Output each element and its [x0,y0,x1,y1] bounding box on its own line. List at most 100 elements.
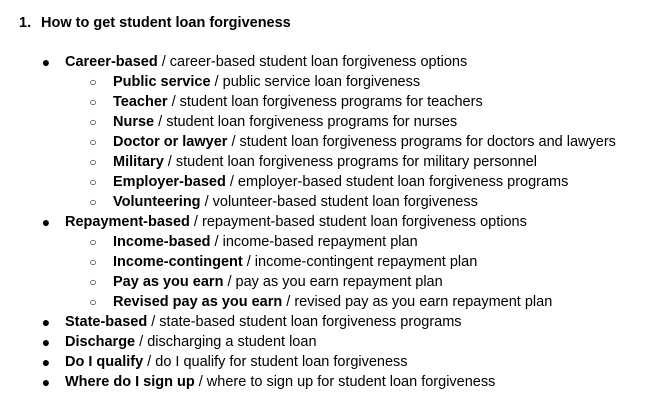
list-item-separator: / [210,234,223,250]
list-item-description: public service loan forgiveness [222,74,421,90]
list-item-description: student loan forgiveness programs for te… [179,94,483,110]
list-item-term: Career-based [65,54,158,70]
outline-list: ● Career-based / career-based student loa… [0,52,648,392]
hollow-bullet-icon: ○ [89,275,97,289]
list-item-description: employer-based student loan forgiveness … [237,174,569,190]
sub-list-item: ○ Income-contingent / income-contingent r… [0,252,648,272]
hollow-bullet-icon: ○ [89,195,97,209]
list-item-text: Discharge / discharging a student loan [65,332,317,352]
list-item-separator: / [167,94,180,110]
filled-bullet-icon: ● [41,214,51,230]
list-item: ● Do I qualify / do I qualify for student… [0,352,648,372]
list-item-text: Doctor or lawyer / student loan forgiven… [113,132,616,152]
sub-list-item: ○ Revised pay as you earn / revised pay a… [0,292,648,312]
list-item-term: Revised pay as you earn [113,294,283,310]
list-item-separator: / [189,214,202,230]
sub-list-item: ○ Volunteering / volunteer-based student … [0,192,648,212]
list-item-separator: / [223,274,236,290]
list-item-term: Military [113,154,164,170]
filled-bullet-icon: ● [41,54,51,70]
list-item-text: Revised pay as you earn / revised pay as… [113,292,552,312]
list-item-term: Volunteering [113,194,201,210]
list-item-term: Repayment-based [65,214,190,230]
sub-list-item: ○ Employer-based / employer-based student… [0,172,648,192]
list-item-separator: / [242,254,255,270]
hollow-bullet-icon: ○ [89,115,97,129]
hollow-bullet-icon: ○ [89,135,97,149]
list-item-term: State-based [65,314,148,330]
list-item-separator: / [135,334,148,350]
list-item-separator: / [282,294,295,310]
list-item-term: Where do I sign up [65,374,195,390]
sub-list-item: ○ Military / student loan forgiveness pro… [0,152,648,172]
list-item-description: volunteer-based student loan forgiveness [212,194,478,210]
list-item-text: Career-based / career-based student loan… [65,52,467,72]
filled-bullet-icon: ● [41,374,51,390]
list-item-text: Employer-based / employer-based student … [113,172,568,192]
list-item-description: do I qualify for student loan forgivenes… [155,354,408,370]
document-page: 1. How to get student loan forgiveness ● C… [0,0,648,409]
list-item-text: Where do I sign up / where to sign up fo… [65,372,495,392]
hollow-bullet-icon: ○ [89,155,97,169]
list-item: ● Career-based / career-based student loa… [0,52,648,72]
list-item-description: income-contingent repayment plan [254,254,478,270]
list-item-separator: / [147,314,160,330]
list-item-separator: / [163,154,176,170]
filled-bullet-icon: ● [41,354,51,370]
list-item-text: Teacher / student loan forgiveness progr… [113,92,483,112]
list-item-text: State-based / state-based student loan f… [65,312,462,332]
list-item-text: Military / student loan forgiveness prog… [113,152,537,172]
hollow-bullet-icon: ○ [89,175,97,189]
list-item-description: where to sign up for student loan forgiv… [206,374,496,390]
list-item-description: discharging a student loan [147,334,317,350]
list-item-term: Nurse [113,114,155,130]
list-item-description: career-based student loan forgiveness op… [169,54,468,70]
list-item-text: Nurse / student loan forgiveness program… [113,112,457,132]
list-item: ● Repayment-based / repayment-based stude… [0,212,648,232]
list-item-text: Volunteering / volunteer-based student l… [113,192,478,212]
list-item-description: repayment-based student loan forgiveness… [202,214,527,230]
list-item-term: Employer-based [113,174,226,190]
list-item-text: Income-contingent / income-contingent re… [113,252,477,272]
sub-list-item: ○ Public service / public service loan fo… [0,72,648,92]
list-item-separator: / [143,354,156,370]
list-item-text: Income-based / income-based repayment pl… [113,232,418,252]
sub-list-item: ○ Doctor or lawyer / student loan forgive… [0,132,648,152]
hollow-bullet-icon: ○ [89,295,97,309]
hollow-bullet-icon: ○ [89,75,97,89]
list-item-term: Public service [113,74,211,90]
list-item: ● Discharge / discharging a student loan [0,332,648,352]
list-item-description: state-based student loan forgiveness pro… [159,314,462,330]
hollow-bullet-icon: ○ [89,235,97,249]
list-item-term: Teacher [113,94,168,110]
list-item-separator: / [227,134,240,150]
list-item-description: income-based repayment plan [222,234,418,250]
list-item-text: Public service / public service loan for… [113,72,420,92]
hollow-bullet-icon: ○ [89,95,97,109]
sub-list-item: ○ Income-based / income-based repayment p… [0,232,648,252]
list-item-text: Repayment-based / repayment-based studen… [65,212,527,232]
list-item-separator: / [154,114,167,130]
list-item-separator: / [210,74,223,90]
list-item-text: Pay as you earn / pay as you earn repaym… [113,272,443,292]
list-item-separator: / [194,374,207,390]
list-heading: 1. How to get student loan forgiveness [19,13,291,33]
list-item-term: Discharge [65,334,136,350]
list-item-term: Pay as you earn [113,274,224,290]
list-item-description: pay as you earn repayment plan [235,274,443,290]
sub-list-item: ○ Pay as you earn / pay as you earn repay… [0,272,648,292]
list-item-separator: / [200,194,213,210]
list-item-text: Do I qualify / do I qualify for student … [65,352,408,372]
heading-number: 1. [19,15,32,31]
sub-list-item: ○ Teacher / student loan forgiveness prog… [0,92,648,112]
hollow-bullet-icon: ○ [89,255,97,269]
list-item: ● State-based / state-based student loan … [0,312,648,332]
list-item-term: Doctor or lawyer [113,134,228,150]
list-item-description: revised pay as you earn repayment plan [294,294,553,310]
list-item: ● Where do I sign up / where to sign up f… [0,372,648,392]
sub-list-item: ○ Nurse / student loan forgiveness progra… [0,112,648,132]
filled-bullet-icon: ● [41,314,51,330]
list-item-term: Income-based [113,234,211,250]
list-item-separator: / [225,174,238,190]
heading-text: How to get student loan forgiveness [41,15,291,31]
